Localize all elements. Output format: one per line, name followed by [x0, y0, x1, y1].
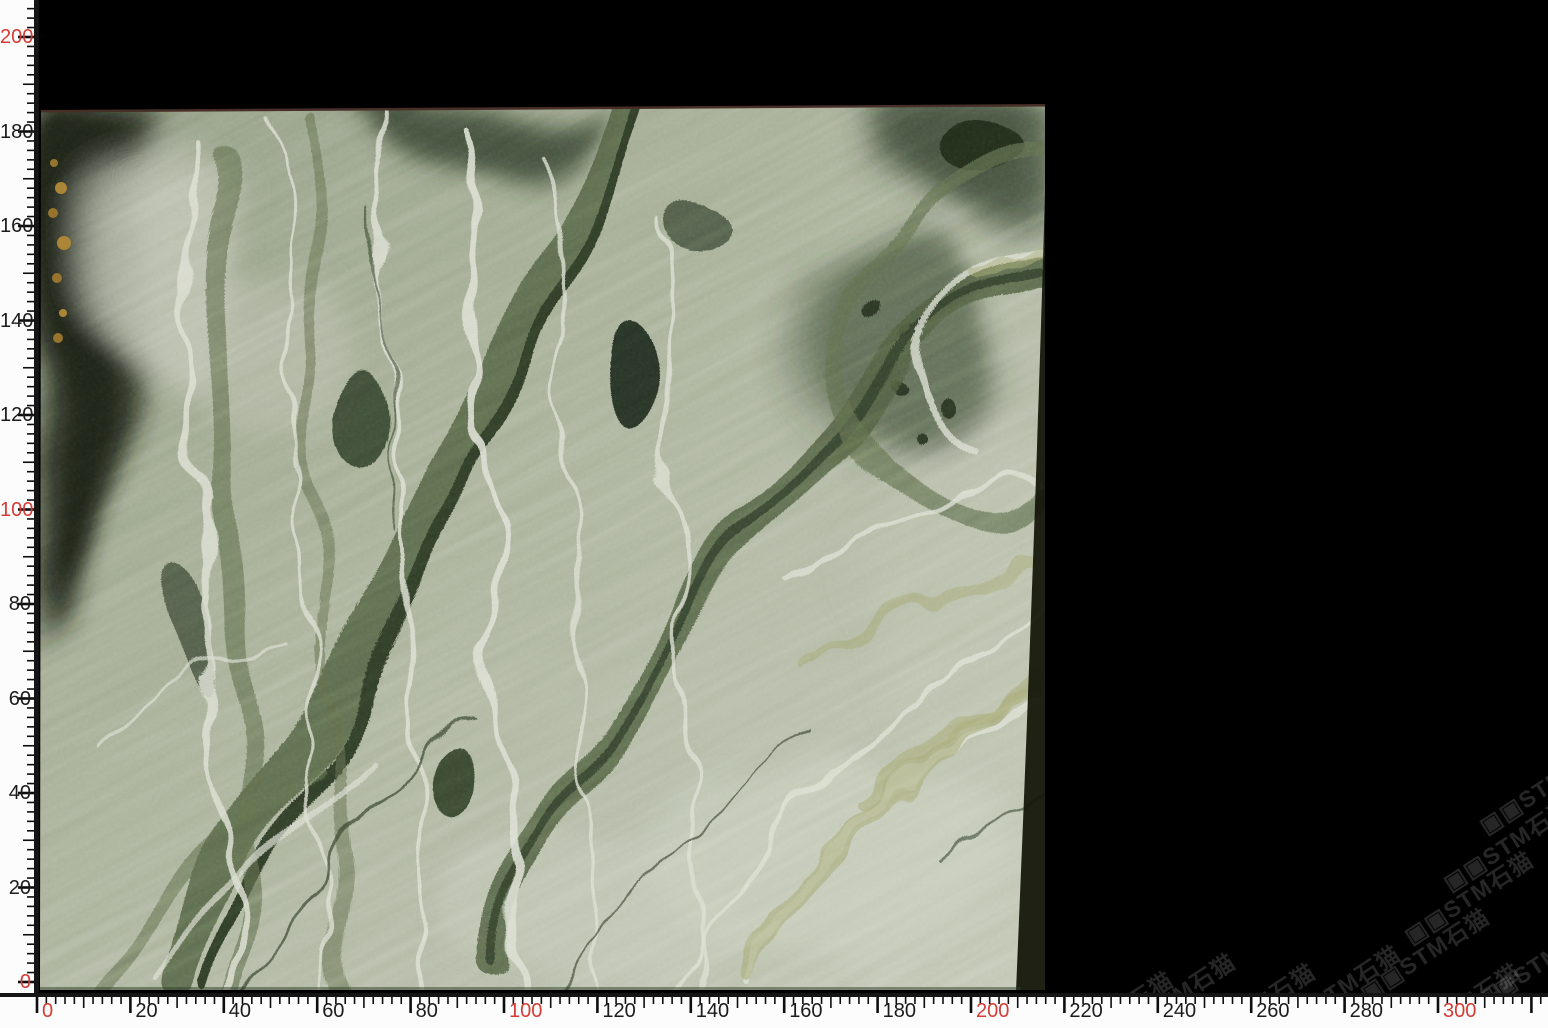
v-ruler-label-180: 180 — [0, 122, 31, 143]
h-ruler-label-40: 40 — [229, 1001, 251, 1022]
h-ruler-label-100: 100 — [509, 1001, 542, 1022]
h-ruler-label-120: 120 — [602, 1001, 635, 1022]
v-ruler-label-200: 200 — [0, 27, 31, 48]
h-ruler-label-180: 180 — [883, 1001, 916, 1022]
watermark-text: ▣▣STM石猫 — [1352, 898, 1495, 1007]
h-ruler-label-160: 160 — [789, 1001, 822, 1022]
slab-scan-viewer: ▣▣STM石猫▣▣STM石猫▣▣STM石猫▣▣STM石猫▣▣STM石猫▣▣STM… — [0, 0, 1548, 1028]
vertical-ruler-axis-line — [34, 0, 39, 997]
v-ruler-label-20: 20 — [0, 878, 31, 899]
h-ruler-label-20: 20 — [135, 1001, 157, 1022]
marble-slab-photo — [39, 103, 1047, 991]
v-ruler-label-120: 120 — [0, 405, 31, 426]
v-ruler-label-140: 140 — [0, 311, 31, 332]
v-ruler-label-0: 0 — [0, 972, 31, 993]
h-ruler-label-0: 0 — [42, 1001, 53, 1022]
h-ruler-label-60: 60 — [322, 1001, 344, 1022]
watermark-text: ▣▣STM石猫 — [1435, 788, 1548, 897]
marble-slab-graphic — [39, 103, 1047, 991]
v-ruler-label-160: 160 — [0, 216, 31, 237]
watermark-text: ▣▣STM石猫 — [1471, 731, 1548, 840]
v-ruler-label-80: 80 — [0, 594, 31, 615]
h-ruler-label-220: 220 — [1069, 1001, 1102, 1022]
h-ruler-label-300: 300 — [1443, 1001, 1476, 1022]
h-ruler-label-80: 80 — [416, 1001, 438, 1022]
h-ruler-label-200: 200 — [976, 1001, 1009, 1022]
v-ruler-label-100: 100 — [0, 500, 31, 521]
h-ruler-label-280: 280 — [1350, 1001, 1383, 1022]
v-ruler-label-60: 60 — [0, 689, 31, 710]
horizontal-ruler-axis-line — [0, 993, 1548, 997]
h-ruler-label-240: 240 — [1163, 1001, 1196, 1022]
v-ruler-label-40: 40 — [0, 783, 31, 804]
watermark-text: ▣▣STM石猫 — [1396, 841, 1539, 950]
h-ruler-label-260: 260 — [1256, 1001, 1289, 1022]
h-ruler-label-140: 140 — [696, 1001, 729, 1022]
